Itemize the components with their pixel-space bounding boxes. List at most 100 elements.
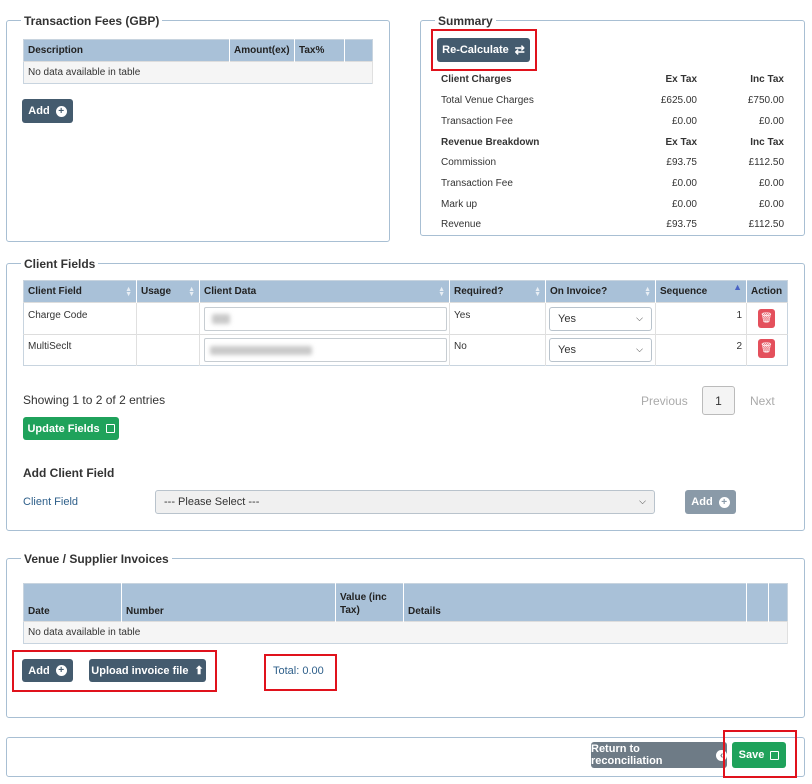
row-ex: £0.00 (671, 116, 697, 127)
sequence-cell: 2 (655, 334, 747, 366)
col-client-data[interactable]: Client Data ▲ ▼ (199, 280, 450, 303)
chevron-down-icon: ⌵ (639, 495, 646, 506)
col-number[interactable]: Number (121, 583, 336, 622)
sort-asc-icon: ▲ (733, 282, 742, 292)
pagination-page-1[interactable]: 1 (702, 386, 735, 415)
transaction-fees-table: Description Amount(ex) Tax% No data avai… (23, 39, 373, 84)
add-client-field-label: Add (691, 496, 713, 508)
col-client-field[interactable]: Client Field ▲ ▼ (23, 280, 137, 303)
sort-icon: ▲ ▼ (644, 286, 651, 298)
invoice-buttons-highlight (12, 650, 217, 692)
total-highlight (264, 654, 337, 691)
row-inc: £112.50 (748, 219, 784, 230)
pagination-next[interactable]: Next (750, 394, 775, 408)
row-ex: £93.75 (666, 157, 697, 168)
sort-icon: ▲ ▼ (438, 286, 445, 298)
row-ex: £0.00 (671, 178, 697, 189)
col-label: Required? (454, 286, 504, 297)
plus-circle-icon: + (55, 105, 67, 117)
empty-message: No data available in table (23, 61, 373, 84)
summary-legend: Summary (435, 13, 496, 29)
row-inc: £0.00 (758, 116, 784, 127)
required-cell: Yes (449, 302, 546, 335)
usage-cell (136, 302, 200, 335)
revenue-inc-header: Inc Tax (750, 137, 784, 148)
revenue-ex-header: Ex Tax (665, 137, 698, 148)
col-sequence[interactable]: Sequence ▲ (655, 280, 747, 303)
col-label: Client Data (204, 286, 257, 297)
sort-icon: ▲ ▼ (534, 286, 541, 298)
row-label: Revenue (441, 219, 482, 230)
empty-message: No data available in table (23, 621, 788, 644)
col-tax[interactable]: Tax% (294, 39, 345, 62)
required-cell: No (449, 334, 546, 366)
client-field-select-value: --- Please Select --- (164, 496, 260, 508)
col-on-invoice[interactable]: On Invoice? ▲ ▼ (545, 280, 656, 303)
sequence-cell: 1 (655, 302, 747, 335)
plus-circle-icon: + (718, 496, 730, 508)
col-label: Client Field (28, 286, 82, 297)
row-inc: £750.00 (747, 95, 784, 106)
add-client-field-heading: Add Client Field (23, 466, 115, 480)
on-invoice-select[interactable]: Yes ⌵ (549, 307, 652, 331)
add-fee-button[interactable]: Add + (22, 99, 73, 123)
row-ex: £625.00 (660, 95, 697, 106)
delete-button[interactable]: 🗑 (758, 309, 775, 328)
recalculate-highlight (431, 29, 537, 71)
col-required[interactable]: Required? ▲ ▼ (449, 280, 546, 303)
row-inc: £0.00 (758, 199, 784, 210)
col-extra-2 (768, 583, 788, 622)
chevron-down-icon: ⌵ (636, 343, 643, 354)
col-amount[interactable]: Amount(ex) (229, 39, 295, 62)
invoices-panel: Venue / Supplier Invoices Date Number Va… (6, 551, 805, 718)
client-field-select[interactable]: --- Please Select --- ⌵ (155, 490, 655, 514)
transaction-fees-legend: Transaction Fees (GBP) (21, 13, 163, 29)
col-label: Sequence (660, 286, 708, 297)
chevron-down-icon: ⌵ (636, 312, 643, 323)
usage-cell (136, 334, 200, 366)
client-charges-heading: Client Charges (441, 74, 512, 85)
col-action: Action (746, 280, 788, 303)
col-details[interactable]: Details (403, 583, 747, 622)
col-extra-1 (746, 583, 769, 622)
client-field-label: Client Field (23, 496, 79, 508)
client-data-input[interactable] (204, 307, 447, 331)
row-label: Mark up (441, 199, 478, 210)
return-to-reconciliation-button[interactable]: Return to reconciliation ‹ (591, 742, 727, 768)
update-fields-button[interactable]: Update Fields (23, 417, 119, 440)
col-description[interactable]: Description (23, 39, 230, 62)
trash-icon: 🗑 (760, 313, 773, 324)
client-charges-inc-header: Inc Tax (750, 74, 784, 85)
row-inc: £0.00 (758, 178, 784, 189)
col-date[interactable]: Date (23, 583, 122, 622)
floppy-disk-icon (105, 424, 115, 433)
col-label: On Invoice? (550, 286, 608, 297)
on-invoice-select[interactable]: Yes ⌵ (549, 338, 652, 362)
trash-icon: 🗑 (760, 343, 773, 354)
pagination-previous[interactable]: Previous (641, 394, 688, 408)
client-fields-panel: Client Fields Client Field ▲ ▼ Usage ▲ ▼ Cli… (6, 256, 805, 531)
row-ex: £0.00 (671, 199, 697, 210)
col-value[interactable]: Value (inc Tax) (335, 583, 404, 622)
redacted-value (212, 314, 230, 324)
col-extra (344, 39, 373, 62)
revenue-heading: Revenue Breakdown (441, 137, 540, 148)
row-label: Transaction Fee (441, 178, 513, 189)
transaction-fees-panel: Transaction Fees (GBP) Description Amoun… (6, 13, 390, 242)
update-fields-label: Update Fields (27, 422, 100, 435)
return-label: Return to reconciliation (591, 743, 663, 767)
save-highlight (723, 730, 797, 778)
delete-button[interactable]: 🗑 (758, 339, 775, 358)
row-label: Commission (441, 157, 497, 168)
invoices-table: Date Number Value (inc Tax) Details No d… (23, 583, 788, 644)
row-ex: £93.75 (666, 219, 697, 230)
redacted-value (210, 346, 312, 355)
add-client-field-button[interactable]: Add + (685, 490, 736, 514)
client-field-cell: Charge Code (23, 302, 137, 335)
col-usage[interactable]: Usage ▲ ▼ (136, 280, 200, 303)
row-inc: £112.50 (748, 157, 784, 168)
summary-panel: Summary Re-Calculate ⇄ Client Charges Ex… (420, 13, 805, 236)
row-label: Transaction Fee (441, 116, 513, 127)
row-label: Total Venue Charges (441, 95, 534, 106)
col-label: Usage (141, 286, 172, 297)
